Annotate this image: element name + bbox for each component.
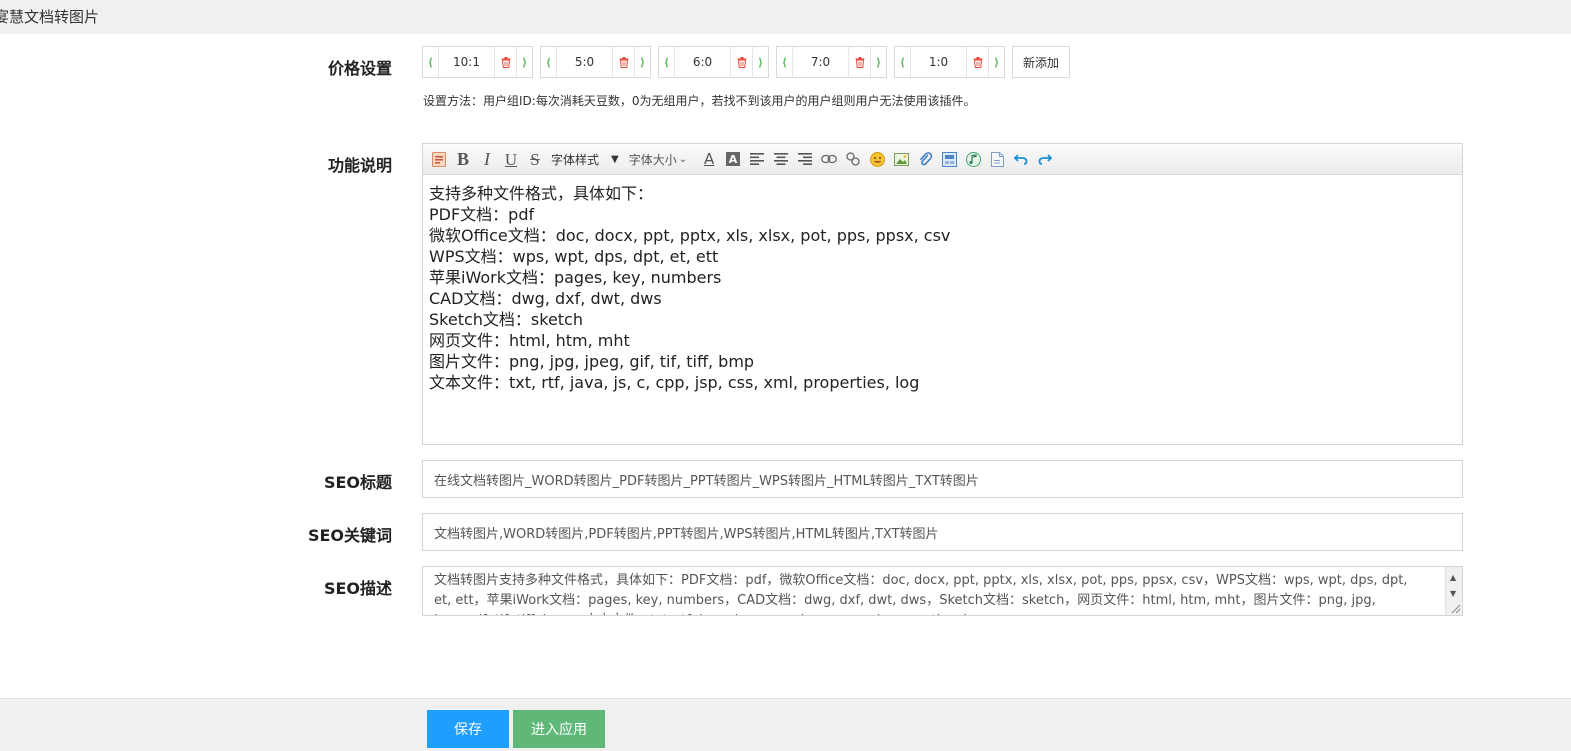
move-left-icon[interactable]: ⟨ xyxy=(895,47,910,77)
move-right-icon[interactable]: ⟩ xyxy=(753,47,768,77)
editor-line: 网页文件：html, htm, mht xyxy=(429,331,630,350)
insert-file-icon[interactable] xyxy=(941,151,957,167)
price-value-input[interactable]: 6:0 xyxy=(674,47,730,77)
move-left-icon[interactable]: ⟨ xyxy=(541,47,556,77)
price-group: ⟨ 10:1 ⟩ xyxy=(422,46,533,78)
editor-line: WPS文档：wps, wpt, dps, dpt, et, ett xyxy=(429,247,719,266)
seo-description-text: 文档转图片支持多种文件格式，具体如下：PDF文档：pdf，微软Office文档：… xyxy=(434,573,1408,615)
enter-app-button[interactable]: 进入应用 xyxy=(513,710,605,748)
editor-line: 支持多种文件格式，具体如下： xyxy=(429,184,654,203)
description-label: 功能说明 xyxy=(327,156,392,175)
price-settings-label: 价格设置 xyxy=(327,59,392,78)
chevron-down-icon: ⌄ xyxy=(678,153,688,165)
editor-toolbar: B I U S 字体样式 ▼ 字体大小 ⌄ A A xyxy=(423,144,1462,175)
background-color-icon[interactable]: A xyxy=(725,151,741,167)
move-right-icon[interactable]: ⟩ xyxy=(517,47,532,77)
underline-icon[interactable]: U xyxy=(503,151,519,168)
form-footer: 保存 进入应用 xyxy=(0,698,1571,751)
font-size-select[interactable]: 字体大小 ⌄ xyxy=(629,151,687,168)
move-right-icon[interactable]: ⟩ xyxy=(635,47,650,77)
seo-description-textarea[interactable]: 文档转图片支持多种文件格式，具体如下：PDF文档：pdf，微软Office文档：… xyxy=(422,566,1463,616)
unlink-icon[interactable] xyxy=(845,151,861,167)
scroll-down-icon[interactable]: ▼ xyxy=(1450,584,1456,604)
editor-line: CAD文档：dwg, dxf, dwt, dws xyxy=(429,289,662,308)
price-value-input[interactable]: 5:0 xyxy=(556,47,612,77)
seo-keywords-label: SEO关键词 xyxy=(307,526,392,545)
redo-icon[interactable] xyxy=(1037,151,1053,167)
align-center-icon[interactable] xyxy=(773,151,789,167)
font-color-icon[interactable]: A xyxy=(701,151,717,167)
font-size-value: 字体大小 xyxy=(628,152,677,167)
strikethrough-icon[interactable]: S xyxy=(527,151,543,168)
price-group: ⟨ 6:0 ⟩ xyxy=(658,46,769,78)
seo-title-input[interactable]: 在线文档转图片_WORD转图片_PDF转图片_PPT转图片_WPS转图片_HTM… xyxy=(422,460,1463,498)
editor-line: 文本文件：txt, rtf, java, js, c, cpp, jsp, cs… xyxy=(429,373,920,392)
document-icon[interactable] xyxy=(989,151,1005,167)
font-style-value: 字体样式 xyxy=(551,152,600,167)
align-right-icon[interactable] xyxy=(797,151,813,167)
font-style-select[interactable]: 字体样式 ▼ xyxy=(551,151,619,168)
window-titlebar: 宴慧文档转图片 xyxy=(0,0,1571,34)
price-group: ⟨ 5:0 ⟩ xyxy=(540,46,651,78)
price-value-input[interactable]: 7:0 xyxy=(792,47,848,77)
editor-line: 图片文件：png, jpg, jpeg, gif, tif, tiff, bmp xyxy=(429,352,755,371)
source-icon[interactable] xyxy=(431,151,447,167)
emoji-icon[interactable] xyxy=(869,151,885,167)
delete-icon[interactable] xyxy=(730,47,753,77)
window-title: 宴慧文档转图片 xyxy=(0,8,100,26)
price-value-input[interactable]: 1:0 xyxy=(910,47,966,77)
price-value-input[interactable]: 10:1 xyxy=(438,47,494,77)
price-group-list: ⟨ 10:1 ⟩ ⟨ 5:0 ⟩ ⟨ 6:0 ⟩ ⟨ 7:0 ⟩ ⟨ 1:0 ⟩… xyxy=(422,46,1071,78)
align-left-icon[interactable] xyxy=(749,151,765,167)
rich-text-editor: B I U S 字体样式 ▼ 字体大小 ⌄ A A 支持多种文件格式，具体如下：… xyxy=(422,143,1463,445)
resize-grip-icon[interactable] xyxy=(1450,603,1461,614)
add-price-button[interactable]: 新添加 xyxy=(1012,46,1071,78)
link-icon[interactable] xyxy=(821,151,837,167)
image-icon[interactable] xyxy=(893,151,909,167)
attachment-icon[interactable] xyxy=(917,151,933,167)
delete-icon[interactable] xyxy=(612,47,635,77)
move-right-icon[interactable]: ⟩ xyxy=(989,47,1004,77)
price-settings-hint: 设置方法：用户组ID:每次消耗天豆数，0为无组用户，若找不到该用户的用户组则用户… xyxy=(423,94,976,108)
move-left-icon[interactable]: ⟨ xyxy=(659,47,674,77)
chevron-down-icon: ▼ xyxy=(611,153,619,165)
delete-icon[interactable] xyxy=(848,47,871,77)
delete-icon[interactable] xyxy=(966,47,989,77)
italic-icon[interactable]: I xyxy=(479,150,495,168)
editor-content[interactable]: 支持多种文件格式，具体如下： PDF文档：pdf 微软Office文档：doc,… xyxy=(423,175,1462,401)
move-left-icon[interactable]: ⟨ xyxy=(423,47,438,77)
bold-icon[interactable]: B xyxy=(455,150,471,168)
price-group: ⟨ 1:0 ⟩ xyxy=(894,46,1005,78)
music-icon[interactable] xyxy=(965,151,981,167)
move-right-icon[interactable]: ⟩ xyxy=(871,47,886,77)
svg-text:A: A xyxy=(729,153,738,166)
delete-icon[interactable] xyxy=(494,47,517,77)
price-group: ⟨ 7:0 ⟩ xyxy=(776,46,887,78)
move-left-icon[interactable]: ⟨ xyxy=(777,47,792,77)
undo-icon[interactable] xyxy=(1013,151,1029,167)
editor-line: PDF文档：pdf xyxy=(429,205,535,224)
seo-keywords-input[interactable]: 文档转图片,WORD转图片,PDF转图片,PPT转图片,WPS转图片,HTML转… xyxy=(422,513,1463,551)
save-button[interactable]: 保存 xyxy=(427,710,509,748)
editor-line: 苹果iWork文档：pages, key, numbers xyxy=(429,268,722,287)
seo-title-label: SEO标题 xyxy=(323,473,392,492)
editor-line: Sketch文档：sketch xyxy=(429,310,583,329)
editor-line: 微软Office文档：doc, docx, ppt, pptx, xls, xl… xyxy=(429,226,951,245)
seo-description-label: SEO描述 xyxy=(323,579,392,598)
